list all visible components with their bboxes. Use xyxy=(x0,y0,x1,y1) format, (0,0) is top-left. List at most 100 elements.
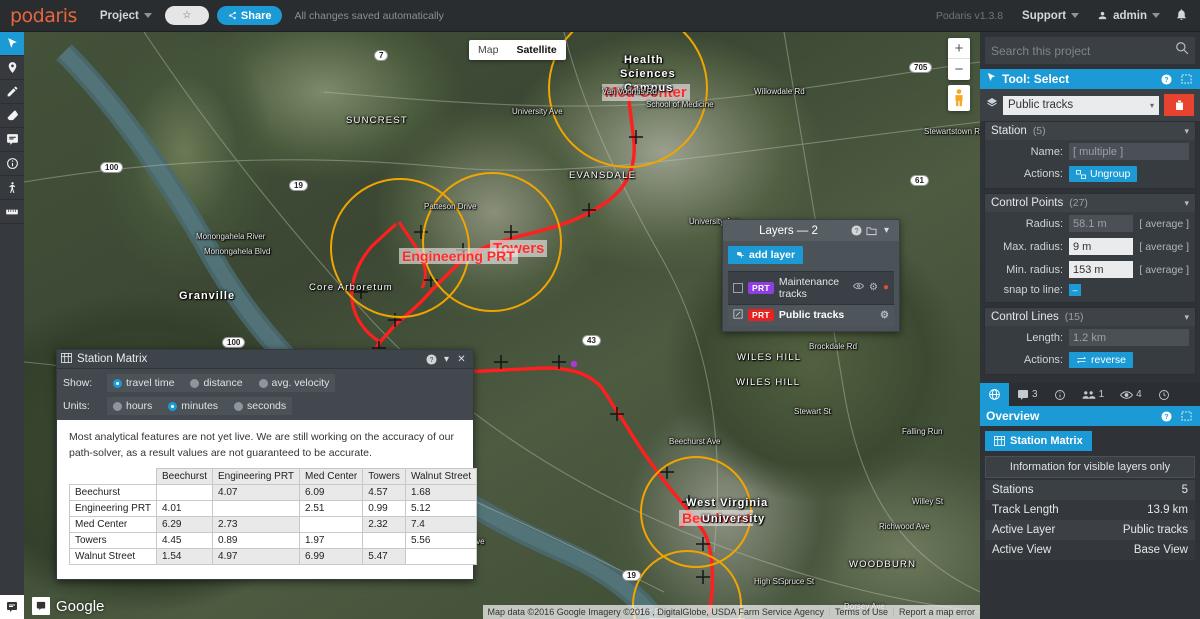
chevron-down-icon[interactable]: ▾ xyxy=(1184,126,1189,137)
expand-panel-icon[interactable] xyxy=(1179,409,1194,424)
tab-history[interactable] xyxy=(1150,383,1178,406)
tab-views[interactable]: 4 xyxy=(1112,383,1150,406)
layer-row-public-tracks[interactable]: PRT Public tracks ⚙ xyxy=(728,303,894,326)
table-cell: 5.12 xyxy=(404,499,478,517)
question-mark-icon[interactable]: ? xyxy=(424,352,439,367)
station-name-input[interactable]: [ multiple ] xyxy=(1069,143,1189,160)
station-matrix-button[interactable]: Station Matrix xyxy=(985,431,1092,451)
chevron-down-icon[interactable]: ▾ xyxy=(1184,312,1189,323)
gear-icon[interactable]: ⚙ xyxy=(869,282,878,293)
map-type-control[interactable]: Map Satellite xyxy=(469,40,566,60)
share-button[interactable]: Share xyxy=(216,6,283,25)
show-option-distance[interactable]: distance xyxy=(190,377,243,389)
layer-visibility-checkbox[interactable] xyxy=(733,282,743,293)
zoom-in-button[interactable]: + xyxy=(948,38,970,59)
layers-panel[interactable]: Layers — 2 ? ▾ add layer PRT Maintenance… xyxy=(722,219,900,332)
feedback-icon[interactable] xyxy=(32,597,50,615)
comment-tool[interactable] xyxy=(0,128,24,152)
tab-overview[interactable] xyxy=(980,383,1009,406)
terms-of-use-link[interactable]: Terms of Use xyxy=(828,607,893,617)
show-option-label: avg. velocity xyxy=(271,377,330,389)
info-tool[interactable] xyxy=(0,152,24,176)
search-icon[interactable] xyxy=(1175,41,1189,60)
snap-to-line-field: snap to line: – xyxy=(985,281,1195,302)
overview-section: Overview ? Station Matrix Information fo… xyxy=(980,406,1200,619)
notifications-button[interactable] xyxy=(1169,8,1200,24)
table-cell: 4.97 xyxy=(212,547,300,565)
user-menu[interactable]: admin xyxy=(1088,0,1169,32)
question-mark-icon[interactable]: ? xyxy=(849,223,864,238)
street-view-pegman-icon[interactable] xyxy=(948,85,970,111)
radio-dot-icon xyxy=(234,401,244,411)
tab-info[interactable] xyxy=(1046,383,1074,406)
table-cell xyxy=(155,483,214,501)
show-option-avg-velocity[interactable]: avg. velocity xyxy=(258,377,330,389)
project-search[interactable] xyxy=(985,37,1195,64)
expand-panel-icon[interactable] xyxy=(1179,72,1194,87)
question-mark-icon[interactable]: ? xyxy=(1159,409,1174,424)
ungroup-button[interactable]: Ungroup xyxy=(1069,166,1138,182)
station-matrix-header[interactable]: Station Matrix ? ▾ ✕ xyxy=(57,350,473,369)
save-status: All changes saved automatically xyxy=(294,9,444,22)
gear-icon[interactable]: ⚙ xyxy=(880,310,889,321)
people-icon xyxy=(1082,390,1096,399)
layer-select[interactable]: Public tracks ▾ xyxy=(1003,95,1159,115)
map-type-satellite[interactable]: Satellite xyxy=(507,40,565,60)
delete-circle-icon[interactable]: ● xyxy=(883,282,889,293)
units-option-minutes[interactable]: minutes xyxy=(168,400,218,412)
station-group-header[interactable]: Station (5) ▾ xyxy=(985,122,1195,140)
max-radius-label: Max. radius: xyxy=(1003,240,1063,253)
max-radius-input[interactable]: 9 m xyxy=(1069,238,1134,255)
question-mark-icon[interactable]: ? xyxy=(1159,72,1174,87)
units-option-hours[interactable]: hours xyxy=(113,400,152,412)
select-tool[interactable] xyxy=(0,32,24,56)
reverse-button[interactable]: reverse xyxy=(1069,352,1134,368)
chevron-down-icon[interactable]: ▾ xyxy=(1184,198,1189,209)
control-points-group-header[interactable]: Control Points (27) ▾ xyxy=(985,194,1195,212)
station-matrix-panel[interactable]: Station Matrix ? ▾ ✕ Show: travel time d… xyxy=(56,349,478,580)
ruler-icon xyxy=(6,209,18,214)
radius-input[interactable]: 58.1 m xyxy=(1069,215,1134,232)
search-input[interactable] xyxy=(991,43,1175,58)
layers-panel-header[interactable]: Layers — 2 ? ▾ xyxy=(723,220,899,241)
zoom-out-button[interactable]: − xyxy=(948,59,970,80)
chevron-down-icon[interactable]: ▾ xyxy=(879,223,894,238)
map-feedback-button[interactable] xyxy=(0,595,24,619)
table-row-header: Towers xyxy=(69,531,157,549)
folder-icon[interactable] xyxy=(864,223,879,238)
length-input[interactable]: 1.2 km xyxy=(1069,329,1189,346)
show-radio-group: travel time distance avg. velocity xyxy=(107,374,336,392)
erase-tool[interactable] xyxy=(0,104,24,128)
table-body: Beechurst 4.07 6.09 4.57 1.68 Engineering PRT… xyxy=(69,483,478,565)
support-menu[interactable]: Support xyxy=(1013,0,1088,32)
tab-collaborators[interactable]: 1 xyxy=(1074,383,1113,406)
podaris-logo[interactable]: podaris xyxy=(0,5,91,27)
units-option-seconds[interactable]: seconds xyxy=(234,400,286,412)
edit-pencil-icon[interactable] xyxy=(733,308,743,322)
max-radius-average-note: [ average ] xyxy=(1139,240,1189,253)
snap-to-line-checkbox[interactable]: – xyxy=(1069,284,1081,296)
close-panel-button[interactable]: ✕ xyxy=(454,352,469,367)
place-marker-tool[interactable] xyxy=(0,56,24,80)
collapse-panel-button[interactable]: ▾ xyxy=(439,352,454,367)
pedestrian-tool[interactable] xyxy=(0,176,24,200)
eye-icon[interactable] xyxy=(852,282,865,293)
layer-row-maintenance-tracks[interactable]: PRT Maintenance tracks ⚙ ● xyxy=(728,270,894,304)
control-lines-group-header[interactable]: Control Lines (15) ▾ xyxy=(985,308,1195,326)
map-type-map[interactable]: Map xyxy=(469,40,507,60)
delete-selection-button[interactable] xyxy=(1164,94,1194,116)
zoom-control[interactable]: + − xyxy=(948,38,970,80)
report-map-error-link[interactable]: Report a map error xyxy=(892,607,980,617)
add-layer-button[interactable]: add layer xyxy=(728,246,804,264)
min-radius-input[interactable]: 153 m xyxy=(1069,261,1134,278)
favorite-button[interactable]: ☆ xyxy=(164,6,209,25)
radius-average-note: [ average ] xyxy=(1139,217,1189,230)
tab-comments[interactable]: 3 xyxy=(1009,383,1046,406)
show-option-travel-time[interactable]: travel time xyxy=(113,377,174,389)
draw-tool[interactable] xyxy=(0,80,24,104)
measure-tool[interactable] xyxy=(0,200,24,224)
layers-panel-title: Layers — 2 xyxy=(759,224,818,237)
project-menu[interactable]: Project xyxy=(91,0,161,32)
control-lines-group: Control Lines (15) ▾ Length: 1.2 km Acti… xyxy=(984,307,1196,375)
table-cell: 1.54 xyxy=(155,547,214,565)
